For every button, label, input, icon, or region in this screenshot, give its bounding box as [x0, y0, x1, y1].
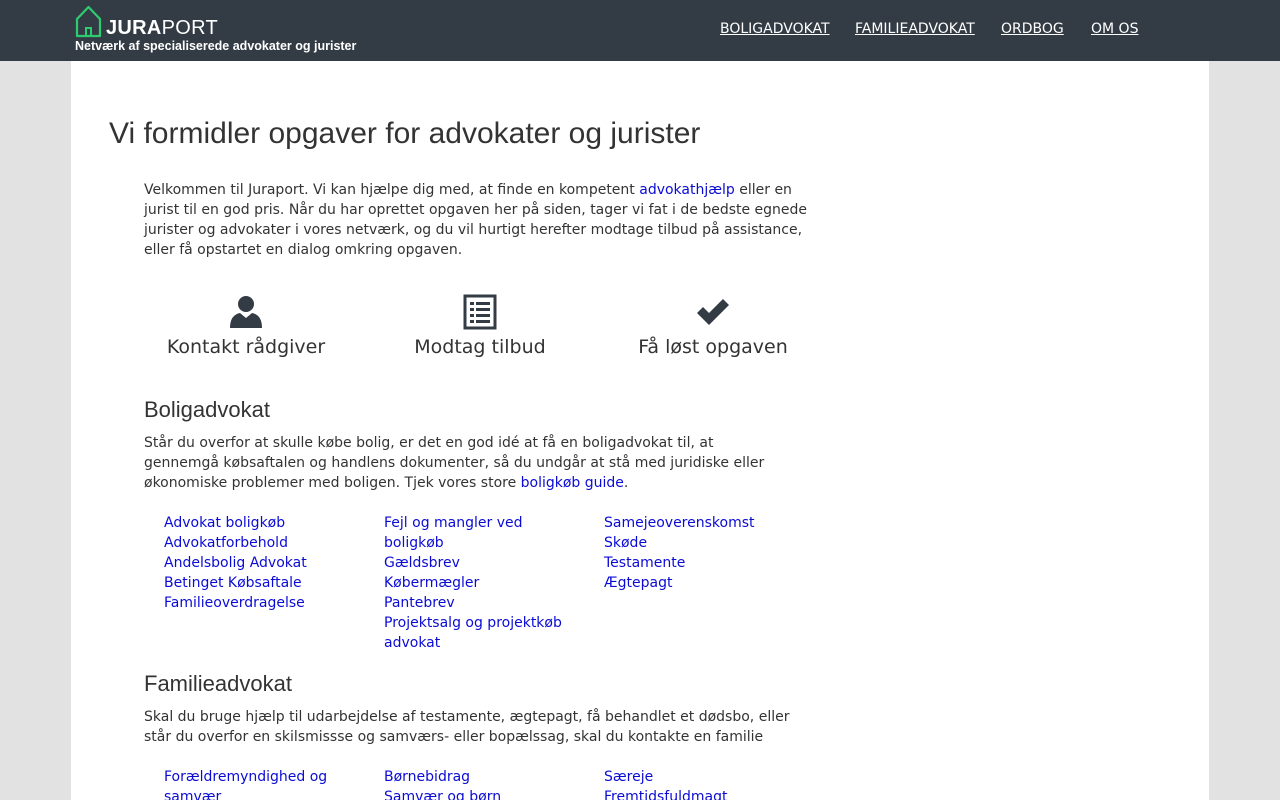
content-panel: Vi formidler opgaver for advokater og ju…	[71, 61, 1209, 800]
page-title: Vi formidler opgaver for advokater og ju…	[109, 117, 701, 150]
list-link[interactable]: Særeje	[604, 767, 804, 787]
list-link[interactable]: Familieoverdragelse	[164, 593, 364, 613]
link-column: Samejeoverenskomst Skøde Testamente Ægte…	[604, 513, 804, 593]
list-link[interactable]: Samvær og børn	[384, 787, 584, 800]
nav-om-os[interactable]: OM OS	[1091, 19, 1138, 39]
list-link[interactable]: Børnebidrag	[384, 767, 584, 787]
familieadvokat-paragraph: Skal du bruge hjælp til udarbejdelse af …	[144, 707, 816, 747]
link-column: Advokat boligkøb Advokatforbehold Andels…	[164, 513, 364, 613]
boligkoeb-guide-link[interactable]: boligkøb guide	[521, 475, 624, 491]
step-solved: Få løst opgaven	[603, 294, 823, 359]
intro-text: Velkommen til Juraport. Vi kan hjælpe di…	[144, 182, 640, 198]
juraport-logo[interactable]: JURAPORT Netværk af specialiserede advok…	[75, 5, 357, 55]
user-icon	[230, 296, 262, 328]
nav-ordbog[interactable]: ORDBOG	[1001, 19, 1064, 39]
list-link[interactable]: Forældremyndighed og samvær	[164, 767, 344, 800]
list-link[interactable]: Fremtidsfuldmagt	[604, 787, 804, 800]
link-column: Fejl og mangler ved boligkøb Gældsbrev K…	[384, 513, 564, 653]
checkmark-icon	[697, 299, 729, 325]
section-heading-boligadvokat: Boligadvokat	[144, 397, 270, 422]
list-link[interactable]: Gældsbrev	[384, 553, 564, 573]
nav-boligadvokat[interactable]: BOLIGADVOKAT	[720, 19, 830, 39]
link-column: Forældremyndighed og samvær	[164, 767, 344, 800]
list-link[interactable]: Pantebrev	[384, 593, 564, 613]
advokathjaelp-link[interactable]: advokathjælp	[639, 182, 735, 198]
house-icon	[75, 5, 102, 38]
list-link[interactable]: Samejeoverenskomst	[604, 513, 804, 533]
step-offer: Modtag tilbud	[370, 294, 590, 359]
step-label: Få løst opgaven	[638, 336, 788, 358]
boligadvokat-paragraph: Står du overfor at skulle købe bolig, er…	[144, 433, 774, 493]
section-text: Står du overfor at skulle købe bolig, er…	[144, 435, 765, 491]
section-text: Skal du bruge hjælp til udarbejdelse af …	[144, 709, 790, 745]
nav-familieadvokat[interactable]: FAMILIEADVOKAT	[855, 19, 975, 39]
list-link[interactable]: Fejl og mangler ved boligkøb	[384, 513, 564, 553]
link-column: Særeje Fremtidsfuldmagt	[604, 767, 804, 800]
process-steps: Kontakt rådgiver Modtag tilbud Få løst o…	[144, 294, 816, 364]
list-link[interactable]: Skøde	[604, 533, 804, 553]
intro-paragraph: Velkommen til Juraport. Vi kan hjælpe di…	[144, 180, 816, 260]
list-link[interactable]: Advokatforbehold	[164, 533, 364, 553]
step-label: Modtag tilbud	[414, 336, 546, 358]
list-link[interactable]: Betinget Købsaftale	[164, 573, 364, 593]
link-column: Børnebidrag Samvær og børn	[384, 767, 584, 800]
step-contact: Kontakt rådgiver	[136, 294, 356, 359]
step-label: Kontakt rådgiver	[166, 336, 326, 358]
logo-wordmark: JURAPORT	[106, 17, 219, 39]
list-link[interactable]: Projektsalg og projektkøb advokat	[384, 613, 564, 653]
logo-tagline: Netværk af specialiserede advokater og j…	[75, 39, 357, 53]
list-link[interactable]: Købermægler	[384, 573, 564, 593]
list-link[interactable]: Testamente	[604, 553, 804, 573]
list-link[interactable]: Advokat boligkøb	[164, 513, 364, 533]
top-navigation-bar: JURAPORT Netværk af specialiserede advok…	[0, 0, 1280, 61]
list-link[interactable]: Ægtepagt	[604, 573, 804, 593]
list-link[interactable]: Andelsbolig Advokat	[164, 553, 364, 573]
list-icon	[463, 294, 497, 330]
section-text-end: .	[623, 475, 629, 491]
section-heading-familieadvokat: Familieadvokat	[144, 671, 292, 696]
